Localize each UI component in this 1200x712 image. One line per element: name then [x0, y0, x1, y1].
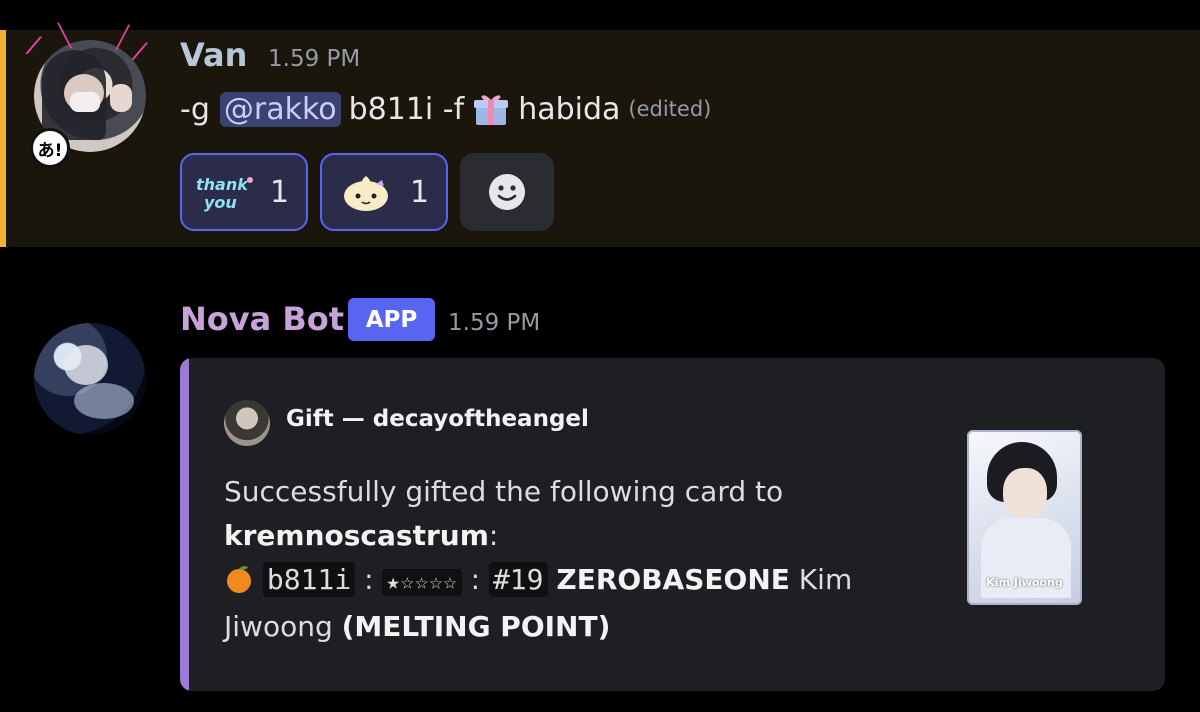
timestamp: 1.59 PM — [268, 46, 361, 72]
command-args: b811i -f — [348, 91, 465, 127]
card-rarity-stars: ★☆☆☆☆ — [382, 569, 462, 596]
avatar-badge: あ! — [30, 128, 70, 168]
embed-description: Successfully gifted the following card t… — [224, 470, 914, 649]
username-nova-bot[interactable]: Nova Bot — [180, 300, 344, 338]
card-number: #19 — [488, 562, 548, 597]
app-tag: APP — [348, 298, 435, 341]
colon: : — [488, 519, 499, 552]
reaction-count: 1 — [410, 174, 430, 210]
group-name: ZEROBASEONE — [556, 563, 790, 596]
reaction-count: 1 — [270, 174, 290, 210]
reaction-creature[interactable]: 1 — [320, 153, 448, 231]
message-content: -g @rakko b811i -f habida (edited) — [180, 90, 711, 128]
era-name: (MELTING POINT) — [341, 610, 611, 643]
svg-text:thank: thank — [196, 175, 249, 194]
reaction-thank-you[interactable]: thank you 1 — [180, 153, 308, 231]
separator: : — [470, 563, 481, 596]
top-spacer — [0, 0, 1200, 30]
embed-author-avatar[interactable] — [224, 400, 270, 446]
gift-text: Successfully gifted the following card t… — [224, 475, 784, 508]
separator: : — [364, 563, 374, 596]
recipient-name: kremnoscastrum — [224, 519, 489, 552]
embed-color-bar — [180, 358, 189, 691]
add-reaction-button[interactable] — [460, 153, 554, 231]
card-caption: Kim Jiwoong — [986, 576, 1063, 589]
cute-creature-emoji-icon — [344, 176, 388, 211]
edited-label: (edited) — [628, 97, 712, 121]
card-code: b811i — [262, 562, 356, 597]
embed-author: Gift — decayoftheangel — [286, 406, 589, 432]
card-thumbnail[interactable]: Kim Jiwoong — [967, 430, 1082, 605]
gift-embed: Gift — decayoftheangel Successfully gift… — [180, 358, 1165, 691]
avatar-decoration-icon: ⟋ — [26, 34, 42, 59]
username-van[interactable]: Van — [180, 36, 247, 74]
gift-box-icon — [474, 95, 509, 125]
avatar-decoration-icon: ╱ — [116, 26, 130, 51]
avatar-decoration-icon: ⟋ — [132, 40, 148, 65]
thank-you-sticker-icon: thank you — [196, 175, 253, 212]
avatar-nova-bot[interactable] — [34, 323, 146, 435]
avatar-decoration-icon: ╲ — [58, 24, 72, 49]
add-reaction-smiley-icon — [489, 174, 525, 210]
timestamp: 1.59 PM — [448, 310, 541, 336]
orange-emoji-icon — [227, 566, 251, 593]
command-prefix: -g — [180, 91, 210, 127]
user-mention[interactable]: @rakko — [219, 91, 341, 127]
highlighted-message[interactable]: ⟋ ╲ ╱ ⟋ あ! Van 1.59 PM -g @rakko b811i -… — [0, 26, 1200, 247]
svg-text:you: you — [204, 193, 237, 212]
command-suffix: habida — [518, 91, 621, 127]
mention-highlight-bar — [0, 30, 6, 247]
